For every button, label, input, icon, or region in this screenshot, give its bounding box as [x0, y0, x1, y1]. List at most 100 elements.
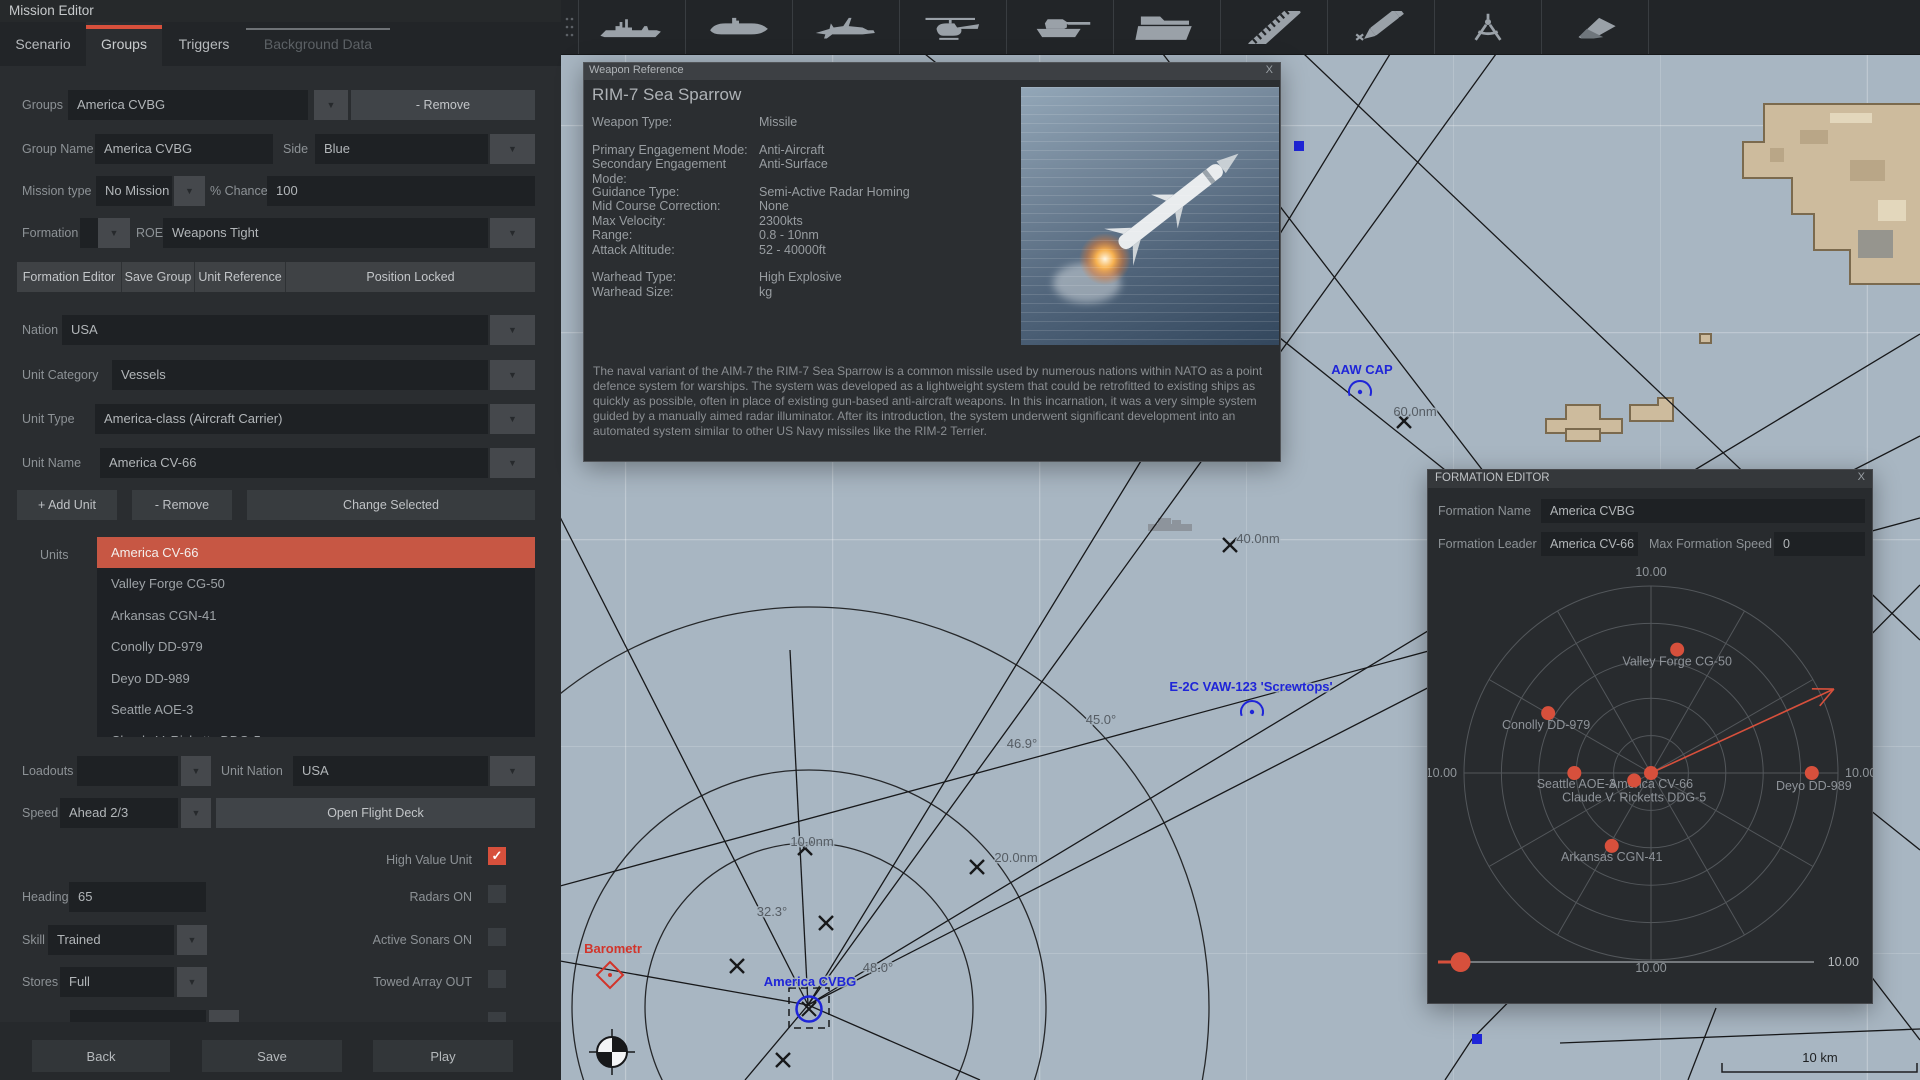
unit-list-item[interactable]: Deyo DD-989	[97, 663, 535, 694]
unit-type-select[interactable]: America-class (Aircraft Carrier)	[95, 404, 488, 434]
roe-select[interactable]: Weapons Tight	[163, 218, 488, 248]
unit-type-dropdown-button[interactable]	[490, 404, 535, 434]
remove-group-button[interactable]: - Remove	[351, 90, 535, 120]
unit-list-item[interactable]: Conolly DD-979	[97, 631, 535, 662]
range-slider-knob[interactable]	[1450, 952, 1471, 972]
save-group-button[interactable]: Save Group	[122, 262, 195, 292]
group-name-input[interactable]: America CVBG	[95, 134, 273, 164]
panel-title: Mission Editor	[9, 3, 94, 18]
unit-list-item[interactable]: Valley Forge CG-50	[97, 568, 535, 599]
add-unit-button[interactable]: + Add Unit	[17, 490, 117, 520]
ruler-icon[interactable]	[1220, 0, 1327, 54]
surface-contact-marker[interactable]	[1294, 141, 1304, 151]
roe-dropdown-button[interactable]	[490, 218, 535, 248]
high-value-unit-checkbox[interactable]	[488, 847, 506, 865]
skill-dropdown-button[interactable]	[177, 925, 207, 955]
speed-select[interactable]: Ahead 2/3	[60, 798, 178, 828]
formation-select[interactable]	[80, 218, 98, 248]
tab-groups[interactable]: Groups	[86, 22, 162, 66]
max-formation-speed-input[interactable]: 0	[1774, 532, 1865, 556]
unit-list-item[interactable]: America CV-66	[97, 537, 535, 569]
formation-label: Formation	[22, 226, 79, 240]
unit-list-item[interactable]: Arkansas CGN-41	[97, 600, 535, 631]
unit-reference-button[interactable]: Unit Reference	[195, 262, 286, 292]
map-label: Barometr	[584, 941, 642, 956]
formation-name-input[interactable]: America CVBG	[1541, 499, 1865, 523]
formation-dropdown-button[interactable]	[98, 218, 130, 248]
mission-type-dropdown-button[interactable]	[174, 176, 205, 206]
formation-editor-button[interactable]: Formation Editor	[17, 262, 122, 292]
nation-select[interactable]: USA	[62, 315, 488, 345]
tab-underline	[246, 28, 390, 30]
close-icon[interactable]: X	[1858, 471, 1865, 483]
warship-icon[interactable]	[578, 0, 685, 54]
folder-icon[interactable]	[1113, 0, 1220, 54]
loadouts-dropdown-button[interactable]	[181, 756, 211, 786]
nation-label: Nation	[22, 323, 59, 337]
groups-select[interactable]: America CVBG	[68, 90, 308, 120]
tab-background-data[interactable]: Background Data	[246, 22, 390, 66]
unit-category-select[interactable]: Vessels	[112, 360, 488, 390]
unit-nation-dropdown-button[interactable]	[490, 756, 535, 786]
aircraft-icon[interactable]	[792, 0, 899, 54]
helicopter-icon[interactable]	[899, 0, 1006, 54]
save-button[interactable]: Save	[202, 1040, 342, 1072]
skill-select[interactable]: Trained	[48, 925, 174, 955]
unit-list-item[interactable]: Seattle AOE-3	[97, 694, 535, 725]
groups-dropdown-button[interactable]	[314, 90, 348, 120]
formation-unit-dot[interactable]	[1627, 773, 1642, 788]
stores-dropdown-button[interactable]	[177, 967, 207, 997]
air-unit-symbol[interactable]	[1348, 379, 1372, 397]
selected-group-symbol[interactable]	[788, 987, 830, 1029]
play-button[interactable]: Play	[373, 1040, 513, 1072]
spec-value: 52 - 40000ft	[759, 242, 826, 257]
formation-polar-chart[interactable]: 10.00 10.00 10.00 10.00 America CV-66 Valley …	[1428, 565, 1874, 1005]
towed-array-checkbox[interactable]	[488, 970, 506, 988]
toolbar-grip-icon[interactable]	[560, 0, 578, 54]
loadouts-select[interactable]	[77, 756, 178, 786]
tab-scenario[interactable]: Scenario	[0, 22, 86, 66]
formation-leader-select[interactable]: America CV-66	[1541, 532, 1638, 556]
weapon-spec-row: Warhead Size: kg	[592, 285, 1018, 300]
air-unit-symbol[interactable]	[1240, 699, 1264, 717]
tank-icon[interactable]	[1006, 0, 1113, 54]
surface-contact-marker[interactable]	[1472, 1034, 1482, 1044]
heading-input[interactable]: 65	[69, 882, 206, 912]
close-icon[interactable]: X	[1266, 64, 1273, 76]
eraser-icon[interactable]	[1541, 0, 1649, 54]
unit-name-dropdown-button[interactable]	[490, 448, 535, 478]
position-locked-toggle[interactable]: Position Locked	[286, 262, 535, 292]
stores-select[interactable]: Full	[60, 967, 174, 997]
weapon-reference-titlebar[interactable]: Weapon Reference X	[584, 63, 1280, 80]
side-dropdown-button[interactable]	[490, 134, 535, 164]
speed-dropdown-button[interactable]	[181, 798, 211, 828]
chance-input[interactable]: 100	[267, 176, 535, 206]
formation-editor-titlebar[interactable]: FORMATION EDITOR X	[1428, 470, 1872, 488]
units-list: America CV-66 Valley Forge CG-50 Arkansas …	[97, 537, 535, 737]
open-flight-deck-button[interactable]: Open Flight Deck	[216, 798, 535, 828]
submarine-icon[interactable]	[685, 0, 792, 54]
remove-unit-button[interactable]: - Remove	[132, 490, 232, 520]
compass-icon[interactable]	[1434, 0, 1541, 54]
unit-category-dropdown-button[interactable]	[490, 360, 535, 390]
pencil-icon[interactable]	[1327, 0, 1434, 54]
back-button[interactable]: Back	[32, 1040, 170, 1072]
tab-triggers[interactable]: Triggers	[162, 22, 246, 66]
radars-checkbox[interactable]	[488, 885, 506, 903]
unit-list-item[interactable]: Claude V. Ricketts DDG-5	[97, 725, 535, 737]
tab-strip: Scenario Groups Triggers Background Data	[0, 22, 561, 66]
nation-dropdown-button[interactable]	[490, 315, 535, 345]
unit-nation-select[interactable]: USA	[293, 756, 488, 786]
spec-label: Max Velocity:	[592, 213, 666, 228]
mission-type-select[interactable]: No Mission	[96, 176, 172, 206]
mission-type-label: Mission type	[22, 184, 92, 198]
barometr-symbol[interactable]	[595, 960, 625, 990]
unit-name-select[interactable]: America CV-66	[100, 448, 488, 478]
spec-label: Secondary Engagement Mode:	[592, 157, 727, 186]
side-select[interactable]: Blue	[315, 134, 488, 164]
formation-unit-dot[interactable]	[1804, 766, 1819, 780]
neutral-vessel-sprite	[1148, 518, 1192, 531]
change-selected-button[interactable]: Change Selected	[247, 490, 535, 520]
waypoint-x-markers[interactable]	[729, 413, 1412, 1068]
active-sonars-checkbox[interactable]	[488, 928, 506, 946]
